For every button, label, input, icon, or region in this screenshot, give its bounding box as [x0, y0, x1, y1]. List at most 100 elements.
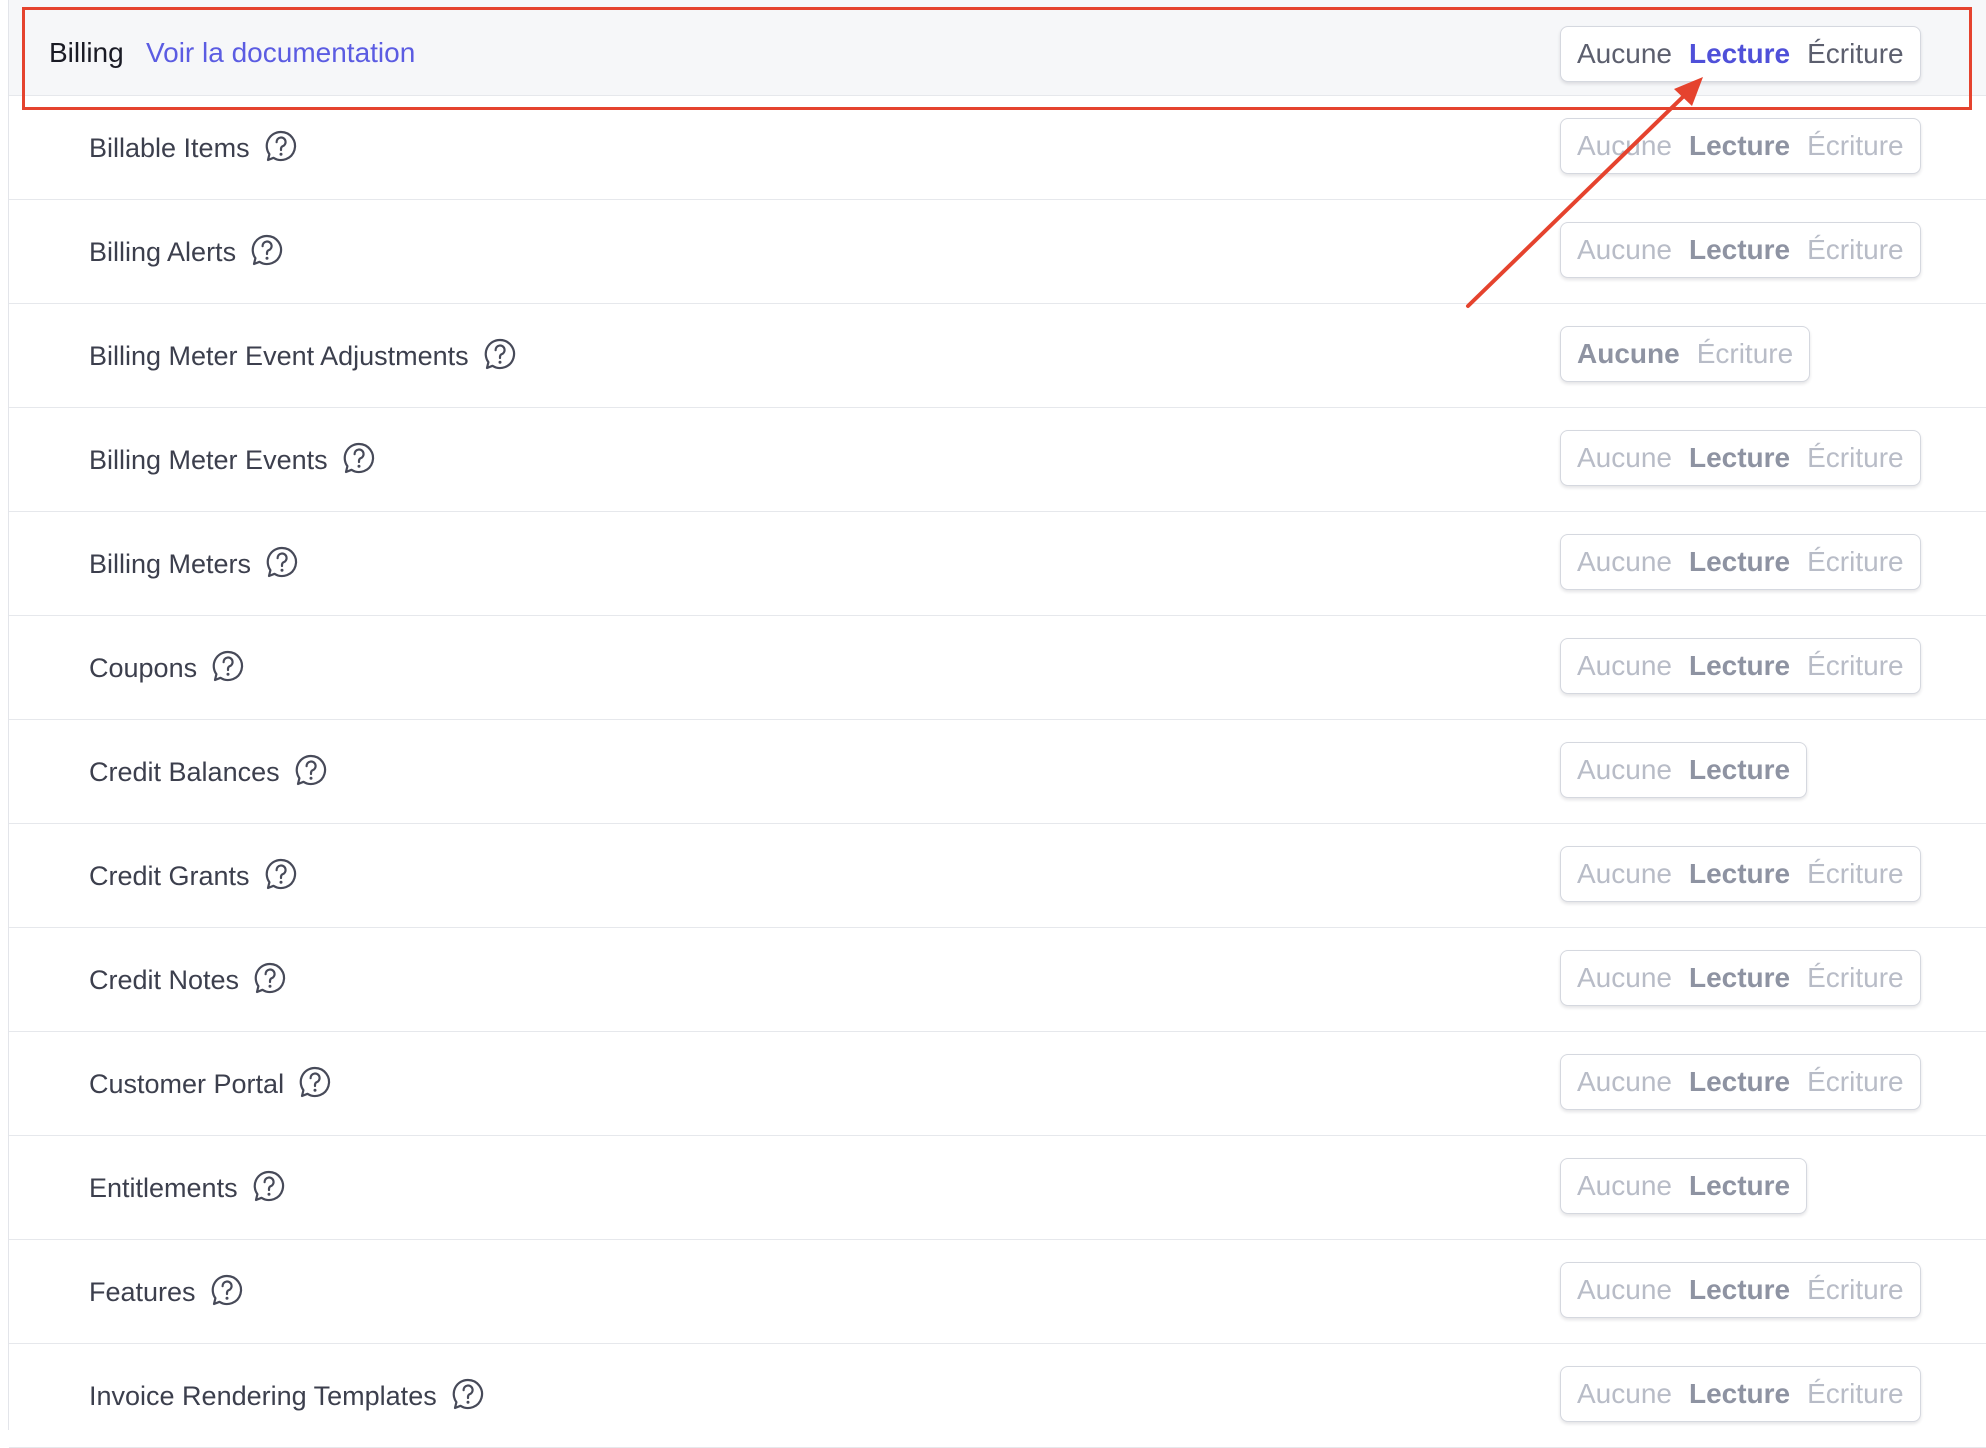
option-none[interactable]: Aucune [1577, 130, 1672, 162]
help-question-icon[interactable] [483, 337, 517, 371]
option-read[interactable]: Lecture [1689, 442, 1790, 474]
resource-name: Credit Grants [89, 860, 250, 891]
permission-selector: Aucune Lecture Écriture [1560, 1366, 1921, 1422]
option-write[interactable]: Écriture [1807, 38, 1903, 70]
resource-name: Billing Meter Event Adjustments [89, 340, 469, 371]
option-write[interactable]: Écriture [1697, 338, 1793, 370]
resource-name: Credit Balances [89, 756, 280, 787]
billing-header-row: Billing Voir la documentation Aucune Lec… [9, 0, 1986, 96]
permission-row-label: Features [89, 1240, 244, 1344]
help-question-icon[interactable] [253, 961, 287, 995]
permission-row: Entitlements Aucune Lecture [9, 1136, 1986, 1240]
help-question-icon[interactable] [294, 753, 328, 787]
option-read-selected[interactable]: Lecture [1689, 38, 1790, 70]
permission-row: Customer Portal Aucune Lecture Écriture [9, 1032, 1986, 1136]
permission-selector: Aucune Lecture [1560, 1158, 1808, 1214]
resource-name: Credit Notes [89, 964, 240, 995]
option-none[interactable]: Aucune [1577, 38, 1672, 70]
option-write[interactable]: Écriture [1807, 962, 1903, 994]
resource-name: Invoice Rendering Templates [89, 1380, 437, 1411]
option-write[interactable]: Écriture [1807, 234, 1903, 266]
help-question-icon[interactable] [250, 233, 284, 267]
option-write[interactable]: Écriture [1807, 858, 1903, 890]
option-read[interactable]: Lecture [1689, 546, 1790, 578]
option-none[interactable]: Aucune [1577, 1274, 1672, 1306]
permission-row: Coupons Aucune Lecture Écriture [9, 616, 1986, 720]
option-write[interactable]: Écriture [1807, 1378, 1903, 1410]
permission-selector: Aucune Lecture Écriture [1560, 638, 1921, 694]
option-read[interactable]: Lecture [1689, 962, 1790, 994]
permission-row: Credit Notes Aucune Lecture Écriture [9, 928, 1986, 1032]
resource-name: Billing Meter Events [89, 444, 328, 475]
billing-permission-selector: Aucune Lecture Écriture [1560, 26, 1921, 82]
permission-selector: Aucune Lecture [1560, 742, 1808, 798]
permission-row: Billing Alerts Aucune Lecture Écriture [9, 200, 1986, 304]
help-question-icon[interactable] [265, 545, 299, 579]
option-read[interactable]: Lecture [1689, 754, 1790, 786]
permission-row: Billing Meter Events Aucune Lecture Écritur… [9, 408, 1986, 512]
help-question-icon[interactable] [298, 1065, 332, 1099]
option-none[interactable]: Aucune [1577, 962, 1672, 994]
help-question-icon[interactable] [211, 649, 245, 683]
permission-row: Invoice Rendering Templates Aucune Lecture… [9, 1344, 1986, 1448]
option-read[interactable]: Lecture [1689, 234, 1790, 266]
resource-name: Billing Meters [89, 548, 252, 579]
resource-name: Billable Items [89, 132, 250, 163]
option-none[interactable]: Aucune [1577, 1378, 1672, 1410]
permission-row: Features Aucune Lecture Écriture [9, 1240, 1986, 1344]
permission-row: Credit Balances Aucune Lecture [9, 720, 1986, 824]
permission-row-label: Customer Portal [89, 1032, 332, 1136]
permission-row-label: Billing Meter Events [89, 408, 376, 512]
permission-selector: Aucune Écriture [1560, 326, 1811, 382]
permission-selector: Aucune Lecture Écriture [1560, 430, 1921, 486]
option-none[interactable]: Aucune [1577, 546, 1672, 578]
option-none[interactable]: Aucune [1577, 338, 1680, 370]
option-none[interactable]: Aucune [1577, 442, 1672, 474]
permission-row-label: Billing Meters [89, 512, 299, 616]
permission-row-label: Billing Meter Event Adjustments [89, 304, 517, 408]
permission-row-label: Billable Items [89, 96, 298, 200]
help-question-icon[interactable] [210, 1273, 244, 1307]
permission-row: Billing Meters Aucune Lecture Écriture [9, 512, 1986, 616]
resource-name: Entitlements [89, 1172, 238, 1203]
help-question-icon[interactable] [342, 441, 376, 475]
permission-row-label: Invoice Rendering Templates [89, 1344, 485, 1448]
option-write[interactable]: Écriture [1807, 650, 1903, 682]
permission-selector: Aucune Lecture Écriture [1560, 118, 1921, 174]
permission-selector: Aucune Lecture Écriture [1560, 950, 1921, 1006]
permission-selector: Aucune Lecture Écriture [1560, 1054, 1921, 1110]
permission-selector: Aucune Lecture Écriture [1560, 222, 1921, 278]
option-write[interactable]: Écriture [1807, 546, 1903, 578]
help-question-icon[interactable] [264, 129, 298, 163]
option-read[interactable]: Lecture [1689, 858, 1790, 890]
option-read[interactable]: Lecture [1689, 650, 1790, 682]
help-question-icon[interactable] [252, 1169, 286, 1203]
option-read[interactable]: Lecture [1689, 1170, 1790, 1202]
option-none[interactable]: Aucune [1577, 858, 1672, 890]
help-question-icon[interactable] [451, 1377, 485, 1411]
option-write[interactable]: Écriture [1807, 1066, 1903, 1098]
section-title: Billing [49, 37, 124, 68]
option-none[interactable]: Aucune [1577, 650, 1672, 682]
help-question-icon[interactable] [264, 857, 298, 891]
option-write[interactable]: Écriture [1807, 130, 1903, 162]
documentation-link[interactable]: Voir la documentation [146, 37, 415, 69]
option-none[interactable]: Aucune [1577, 234, 1672, 266]
permission-row-label: Entitlements [89, 1136, 286, 1240]
option-read[interactable]: Lecture [1689, 1274, 1790, 1306]
option-read[interactable]: Lecture [1689, 1066, 1790, 1098]
resource-name: Billing Alerts [89, 236, 237, 267]
option-none[interactable]: Aucune [1577, 754, 1672, 786]
option-none[interactable]: Aucune [1577, 1066, 1672, 1098]
permission-selector: Aucune Lecture Écriture [1560, 534, 1921, 590]
option-none[interactable]: Aucune [1577, 1170, 1672, 1202]
permission-row-label: Credit Balances [89, 720, 328, 824]
permission-row-label: Credit Grants [89, 824, 298, 928]
permission-selector: Aucune Lecture Écriture [1560, 1262, 1921, 1318]
option-read[interactable]: Lecture [1689, 1378, 1790, 1410]
permission-row: Credit Grants Aucune Lecture Écriture [9, 824, 1986, 928]
resource-name: Features [89, 1276, 196, 1307]
option-write[interactable]: Écriture [1807, 442, 1903, 474]
option-write[interactable]: Écriture [1807, 1274, 1903, 1306]
option-read[interactable]: Lecture [1689, 130, 1790, 162]
